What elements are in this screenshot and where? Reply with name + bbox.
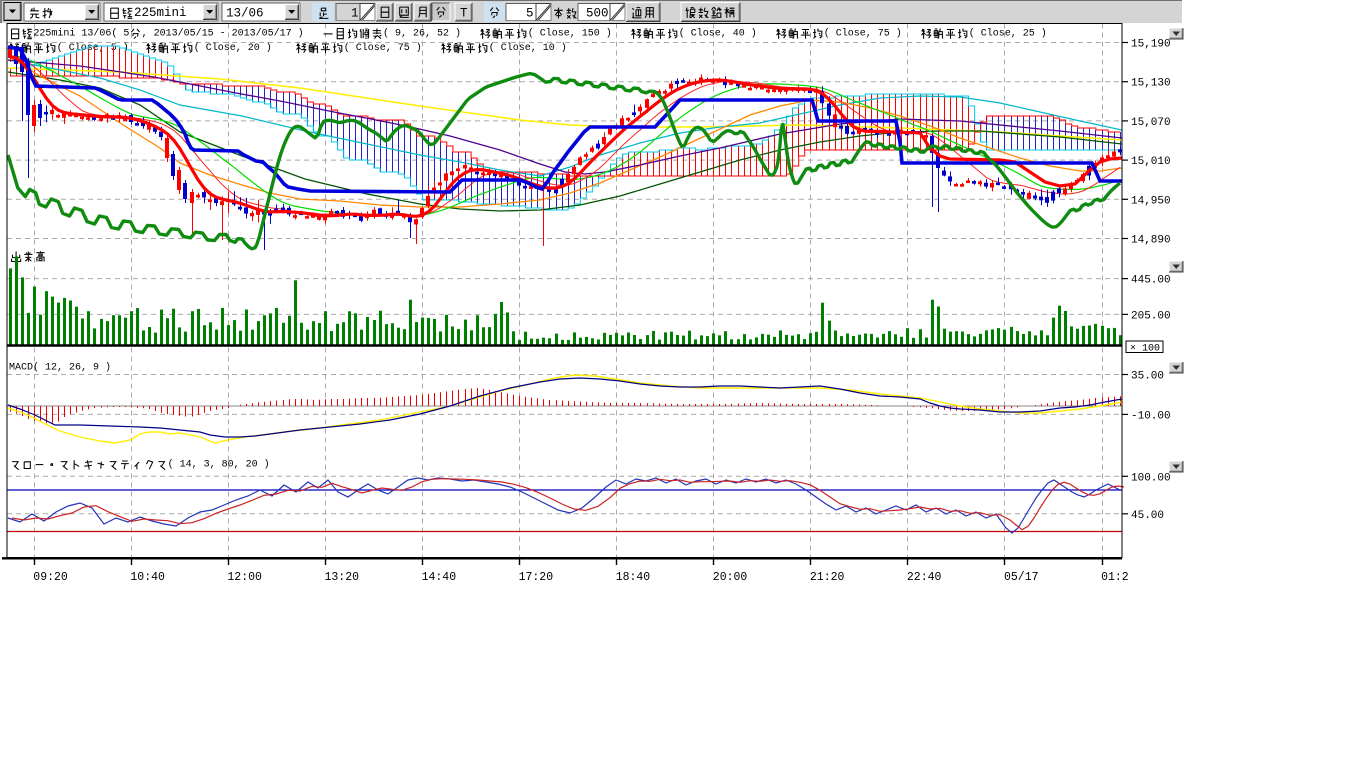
svg-text:, 2013/05/15 - 2013/05/17 ): , 2013/05/15 - 2013/05/17 ): [142, 27, 304, 39]
svg-text:14,950: 14,950: [1131, 195, 1171, 207]
svg-text:445.00: 445.00: [1131, 275, 1171, 287]
svg-text:T: T: [460, 7, 468, 21]
svg-text:14:40: 14:40: [422, 571, 457, 584]
svg-text:× 100: × 100: [1130, 344, 1160, 355]
svg-text:20:00: 20:00: [713, 571, 748, 584]
svg-text:205.00: 205.00: [1131, 310, 1171, 322]
svg-text:( 9, 26, 52 ): ( 9, 26, 52 ): [383, 27, 461, 39]
svg-text:( Close, 75 ): ( Close, 75 ): [824, 27, 902, 39]
svg-text:18:40: 18:40: [616, 571, 651, 584]
svg-text:09:20: 09:20: [33, 571, 68, 584]
svg-text:( Close, 5 ): ( Close, 5 ): [57, 42, 129, 54]
svg-text:10:40: 10:40: [130, 571, 165, 584]
svg-text:21:20: 21:20: [810, 571, 845, 584]
svg-text:35.00: 35.00: [1131, 371, 1164, 383]
svg-text:12:00: 12:00: [227, 571, 262, 584]
svg-text:17:20: 17:20: [519, 571, 554, 584]
svg-text:13/06: 13/06: [226, 7, 264, 21]
svg-text:15,190: 15,190: [1131, 39, 1171, 51]
svg-text:05/17: 05/17: [1004, 571, 1039, 584]
svg-text:01:2: 01:2: [1101, 571, 1129, 584]
svg-text:15,070: 15,070: [1131, 117, 1171, 129]
svg-text:225mini 13/06( 5: 225mini 13/06( 5: [33, 27, 129, 39]
svg-text:( Close, 75 ): ( Close, 75 ): [344, 42, 422, 54]
svg-text:1: 1: [351, 7, 359, 21]
svg-text:225mini: 225mini: [134, 6, 187, 20]
svg-text:500: 500: [586, 7, 609, 21]
svg-text:( Close, 150 ): ( Close, 150 ): [528, 27, 612, 39]
svg-text:13:20: 13:20: [325, 571, 360, 584]
svg-text:14,890: 14,890: [1131, 235, 1171, 247]
svg-text:( Close, 10 ): ( Close, 10 ): [489, 42, 567, 54]
svg-text:22:40: 22:40: [907, 571, 942, 584]
svg-text:-10.00: -10.00: [1131, 410, 1171, 422]
svg-text:( Close, 40 ): ( Close, 40 ): [679, 27, 757, 39]
svg-text:( Close, 20 ): ( Close, 20 ): [194, 42, 272, 54]
svg-text:( Close, 25 ): ( Close, 25 ): [969, 27, 1047, 39]
svg-text:45.00: 45.00: [1131, 510, 1164, 522]
svg-text:MACD( 12, 26, 9 ): MACD( 12, 26, 9 ): [9, 362, 111, 374]
svg-text:15,130: 15,130: [1131, 78, 1171, 90]
svg-text:100.00: 100.00: [1131, 472, 1171, 484]
svg-text:5: 5: [526, 7, 534, 21]
svg-text:( 14, 3, 80, 20 ): ( 14, 3, 80, 20 ): [168, 458, 270, 470]
svg-text:15,010: 15,010: [1131, 156, 1171, 168]
